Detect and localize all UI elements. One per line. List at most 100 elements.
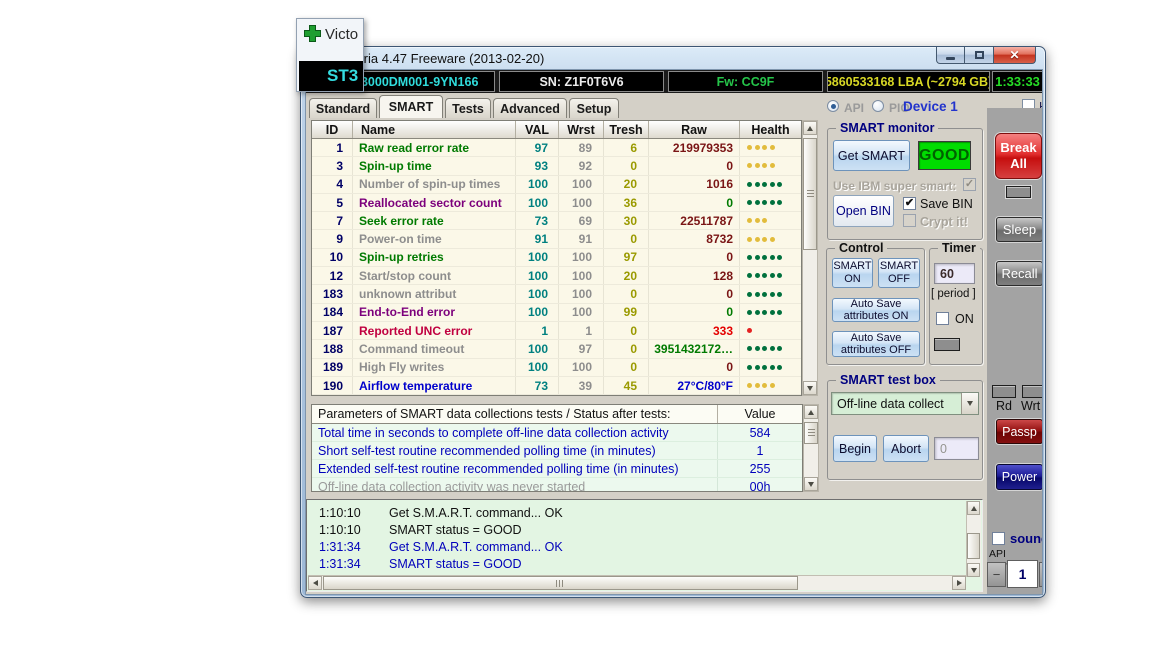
health-dot [777, 182, 782, 187]
minimize-button[interactable] [936, 47, 965, 64]
api-radio[interactable] [827, 100, 839, 112]
smart-attribute-row[interactable]: 187Reported UNC error110333 [312, 322, 801, 340]
ibm-super-smart-label: Use IBM super smart: [833, 179, 956, 193]
autosave-on-button[interactable]: Auto Save attributes ON [832, 298, 920, 322]
col-health[interactable]: Health [740, 121, 801, 138]
smart-attribute-row[interactable]: 10Spin-up retries100100970 [312, 249, 801, 267]
col-name[interactable]: Name [353, 121, 516, 138]
smart-attribute-row[interactable]: 189High Fly writes10010000 [312, 359, 801, 377]
maximize-icon [975, 51, 984, 59]
health-dot [755, 200, 760, 205]
log-entry: 1:10:10SMART status = GOOD [319, 523, 522, 537]
pio-radio[interactable] [872, 100, 884, 112]
sound-checkbox[interactable] [992, 532, 1005, 545]
get-smart-button[interactable]: Get SMART [833, 140, 910, 171]
smart-attribute-row[interactable]: 5Reallocated sector count100100360 [312, 194, 801, 212]
background-victoria-window[interactable]: Victo ST3 [296, 18, 364, 92]
health-dot [755, 145, 760, 150]
test-select-value: Off-line data collect [832, 397, 961, 411]
api-number-increment-button[interactable]: + [1039, 562, 1043, 587]
col-id[interactable]: ID [312, 121, 353, 138]
params-header-text: Parameters of SMART data collections tes… [312, 405, 718, 423]
param-row[interactable]: Short self-test routine recommended poll… [312, 442, 802, 460]
tab-smart[interactable]: SMART [379, 95, 443, 118]
scroll-left-icon[interactable] [308, 576, 322, 590]
health-dot [762, 292, 767, 297]
param-row[interactable]: Off-line data collection activity was ne… [312, 478, 802, 492]
log-horizontal-scrollbar[interactable] [308, 575, 966, 590]
health-dot [762, 273, 767, 278]
param-row[interactable]: Extended self-test routine recommended p… [312, 460, 802, 478]
smart-attribute-row[interactable]: 1Raw read error rate97896219979353 [312, 139, 801, 157]
maximize-button[interactable] [965, 47, 993, 64]
health-dot [747, 310, 752, 315]
smart-table-scrollbar[interactable] [802, 120, 818, 396]
power-button[interactable]: Power [996, 464, 1043, 490]
write-led-label: Wrt [1021, 399, 1040, 413]
scroll-down-icon[interactable] [804, 477, 818, 491]
params-scrollbar[interactable] [803, 404, 819, 492]
fragment-model-strip: ST3 [299, 61, 363, 91]
health-dot [770, 310, 775, 315]
titlebar[interactable]: Victoria 4.47 Freeware (2013-02-20) ✕ [301, 47, 1045, 69]
smart-attribute-row[interactable]: 4Number of spin-up times100100201016 [312, 176, 801, 194]
col-wrst[interactable]: Wrst [559, 121, 604, 138]
scroll-thumb[interactable] [967, 533, 980, 559]
health-dots [740, 139, 801, 156]
scroll-down-icon[interactable] [803, 381, 817, 395]
test-select-dropdown[interactable]: Off-line data collect [831, 392, 979, 415]
scroll-down-icon[interactable] [967, 563, 980, 577]
tab-tests[interactable]: Tests [445, 98, 491, 118]
timer-on-checkbox[interactable] [936, 312, 949, 325]
open-bin-button[interactable]: Open BIN [833, 195, 894, 227]
health-dot [770, 383, 775, 388]
api-number-decrement-button[interactable]: − [987, 562, 1006, 587]
health-dot [770, 365, 775, 370]
health-dots [740, 340, 801, 357]
scroll-thumb[interactable] [803, 138, 817, 250]
abort-button[interactable]: Abort [883, 435, 929, 462]
sleep-button[interactable]: Sleep [996, 217, 1043, 242]
scroll-right-icon[interactable] [952, 576, 966, 590]
health-dots [740, 249, 801, 266]
smart-attribute-row[interactable]: 183unknown attribut10010000 [312, 285, 801, 303]
smart-attribute-row[interactable]: 188Command timeout1009703951432172… [312, 340, 801, 358]
smart-on-button[interactable]: SMART ON [832, 258, 873, 288]
control-title: Control [835, 241, 887, 255]
scroll-up-icon[interactable] [803, 121, 817, 135]
timer-period-input[interactable]: 60 [934, 263, 975, 284]
drive-firmware: Fw: CC9F [668, 71, 823, 92]
break-all-button[interactable]: Break All [995, 133, 1042, 179]
tab-standard[interactable]: Standard [309, 98, 377, 118]
smart-attribute-row[interactable]: 12Start/stop count10010020128 [312, 267, 801, 285]
smart-off-button[interactable]: SMART OFF [878, 258, 920, 288]
col-tresh[interactable]: Tresh [604, 121, 649, 138]
smart-attribute-row[interactable]: 190Airflow temperature73394527°C/80°F [312, 377, 801, 395]
scroll-up-icon[interactable] [804, 405, 818, 419]
passp-button[interactable]: Passp [996, 419, 1043, 444]
smart-attribute-row[interactable]: 3Spin-up time939200 [312, 157, 801, 175]
health-dots [740, 322, 801, 339]
log-vertical-scrollbar[interactable] [966, 501, 981, 577]
api-number-value: 1 [1007, 560, 1038, 588]
param-row[interactable]: Total time in seconds to complete off-li… [312, 424, 802, 442]
col-val[interactable]: VAL [516, 121, 559, 138]
tab-setup[interactable]: Setup [569, 98, 619, 118]
fragment-model-text: ST3 [299, 66, 358, 86]
dropdown-arrow-icon[interactable] [961, 393, 978, 414]
save-bin-checkbox[interactable]: ✔ [903, 197, 916, 210]
smart-attribute-row[interactable]: 7Seek error rate73693022511787 [312, 212, 801, 230]
recall-button[interactable]: Recall [996, 261, 1043, 286]
col-raw[interactable]: Raw [649, 121, 740, 138]
health-dots [740, 359, 801, 376]
close-button[interactable]: ✕ [993, 47, 1036, 64]
scroll-thumb[interactable] [323, 576, 798, 590]
begin-button[interactable]: Begin [833, 435, 877, 462]
autosave-off-button[interactable]: Auto Save attributes OFF [832, 331, 920, 357]
scroll-up-icon[interactable] [967, 501, 980, 515]
scroll-thumb[interactable] [804, 422, 818, 444]
smart-attribute-row[interactable]: 184End-to-End error100100990 [312, 304, 801, 322]
tab-advanced[interactable]: Advanced [493, 98, 567, 118]
health-dot [747, 237, 752, 242]
smart-attribute-row[interactable]: 9Power-on time919108732 [312, 230, 801, 248]
